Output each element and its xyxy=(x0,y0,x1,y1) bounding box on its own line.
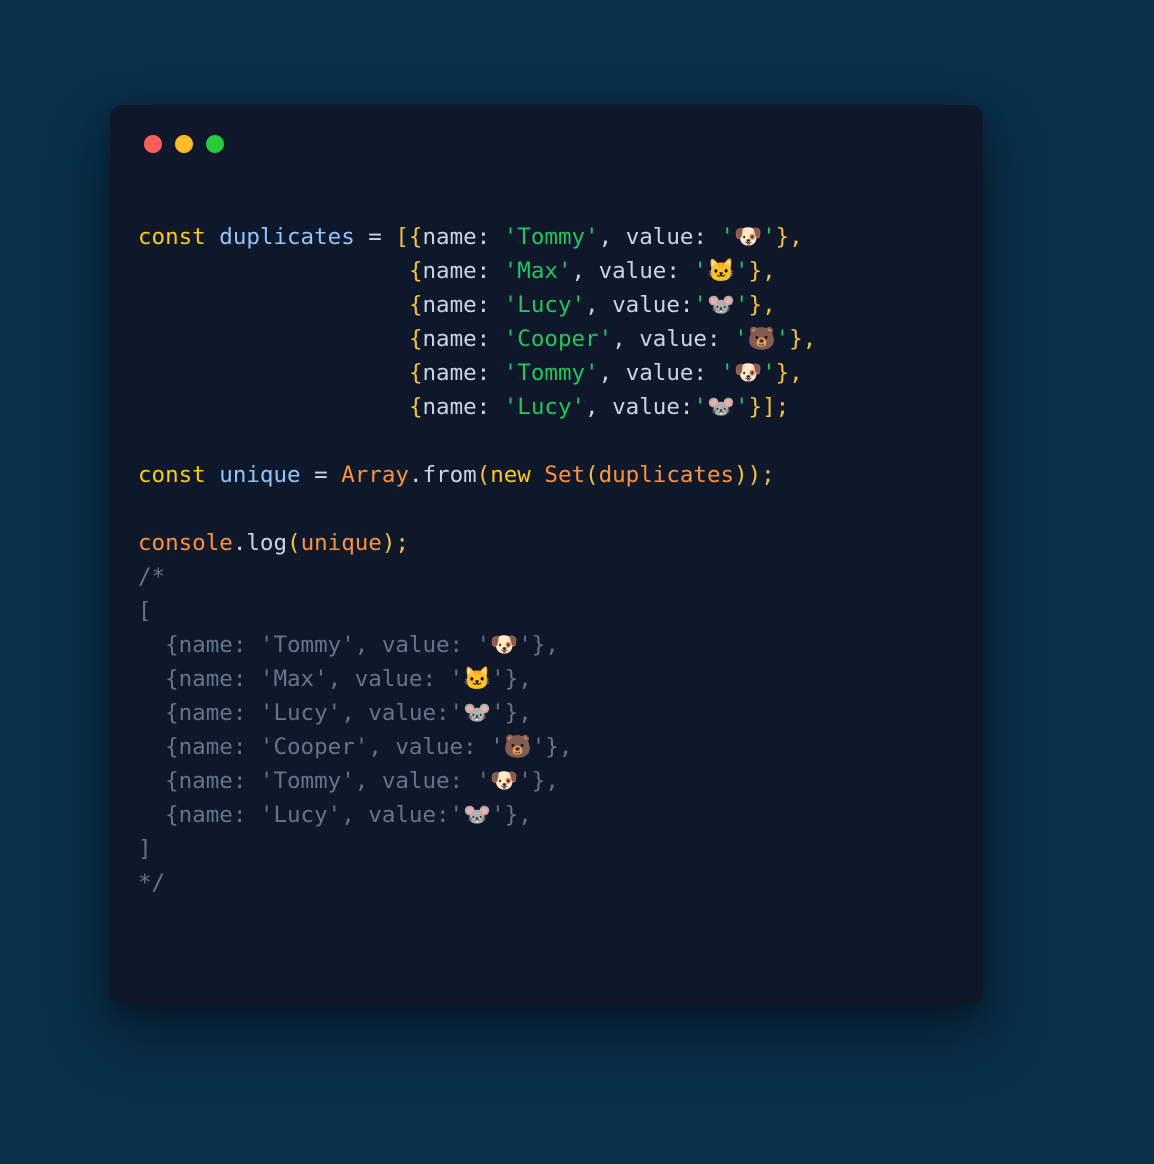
keyword-new: new xyxy=(490,462,531,488)
keyword-const: const xyxy=(138,462,206,488)
maximize-icon xyxy=(206,135,224,153)
class-set: Set xyxy=(544,462,585,488)
window-traffic-lights xyxy=(144,135,224,153)
console-object: console xyxy=(138,530,233,556)
comment-block: /* [ {name: 'Tommy', value: '🐶'}, {name:… xyxy=(138,564,572,896)
code-card: const duplicates = [{name: 'Tommy', valu… xyxy=(110,105,983,1005)
var-duplicates: duplicates xyxy=(219,224,354,250)
var-unique: unique xyxy=(219,462,300,488)
code-block: const duplicates = [{name: 'Tommy', valu… xyxy=(138,220,963,900)
close-icon xyxy=(144,135,162,153)
keyword-const: const xyxy=(138,224,206,250)
class-array: Array xyxy=(341,462,409,488)
minimize-icon xyxy=(175,135,193,153)
